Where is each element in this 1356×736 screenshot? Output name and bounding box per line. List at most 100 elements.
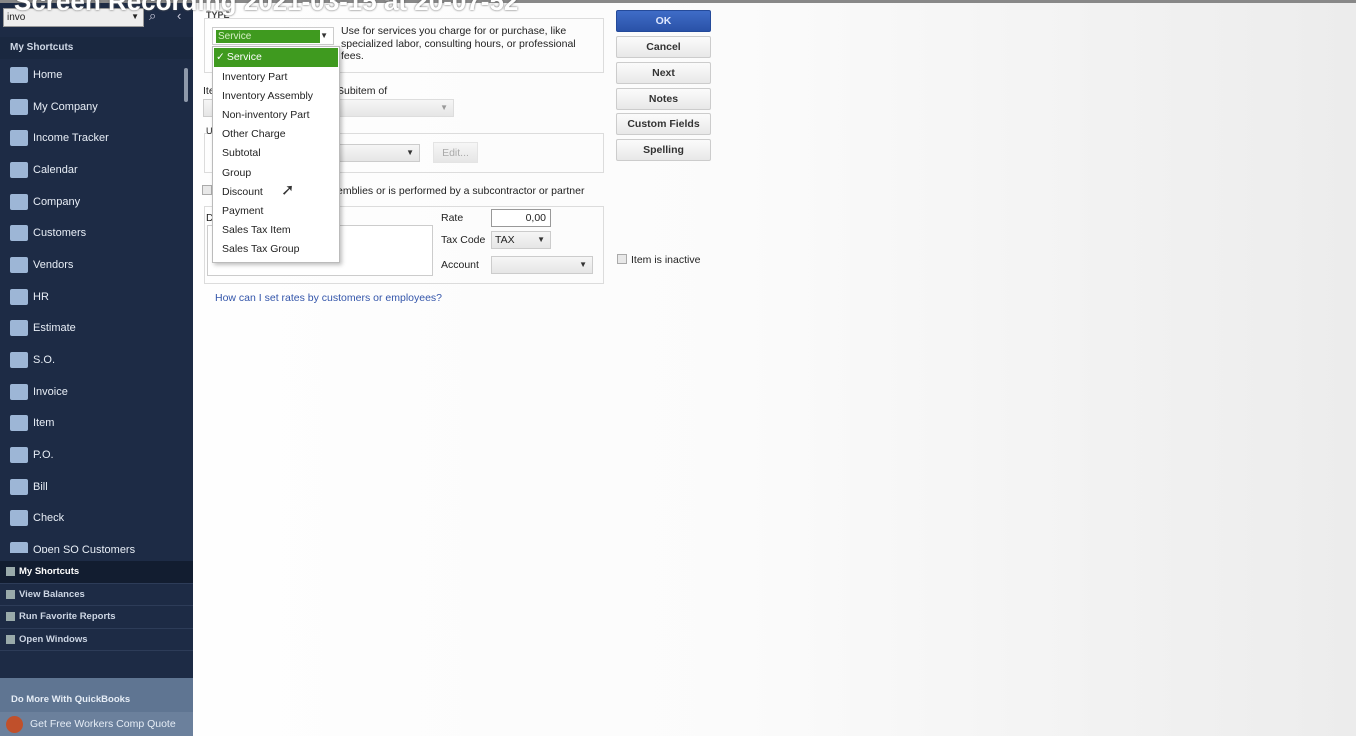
sidebar-item-vendors[interactable]: Vendors: [0, 249, 183, 281]
sidebar-item-label: My Company: [33, 100, 98, 113]
sidebar-item-check[interactable]: Check: [0, 503, 183, 535]
rate-input[interactable]: 0,00: [491, 209, 551, 227]
workers-comp-link[interactable]: Get Free Workers Comp Quote: [0, 712, 193, 736]
company-icon: [10, 98, 28, 115]
sidebar-item-item[interactable]: Item: [0, 408, 183, 440]
sidebar-item-label: P.O.: [33, 449, 54, 462]
left-icon-bar: invo ▼ ⌕ ‹ My Shortcuts Home My Company Inc…: [0, 0, 193, 736]
type-option-discount[interactable]: Discount: [213, 183, 339, 202]
sidebar-item-s-o[interactable]: S.O.: [0, 344, 183, 376]
sidebar-item-estimate[interactable]: Estimate: [0, 313, 183, 345]
sidebar-item-label: Vendors: [33, 258, 74, 271]
account-select[interactable]: ▼: [491, 256, 593, 274]
type-option-label: Group: [222, 166, 252, 179]
type-option-inventory-assembly[interactable]: Inventory Assembly: [213, 87, 339, 106]
type-option-sales-tax-group[interactable]: Sales Tax Group: [213, 240, 339, 259]
mouse-cursor-icon: ➚: [281, 182, 295, 199]
pie-chart-icon: [10, 193, 28, 210]
sidebar-item-income-tracker[interactable]: Income Tracker: [0, 122, 183, 154]
rate-label: Rate: [441, 212, 464, 224]
type-option-non-inventory-part[interactable]: Non-inventory Part: [213, 106, 339, 125]
recording-title-overlay: Screen Recording 2021-03-15 at 20-07-52: [14, 0, 519, 16]
edit-button[interactable]: Edit...: [433, 142, 478, 163]
home-icon: [10, 66, 28, 83]
type-option-other-charge[interactable]: Other Charge: [213, 125, 339, 144]
shortcut-list: Home My Company Income Tracker Calendar Comp…: [0, 59, 183, 553]
type-option-label: Sales Tax Group: [222, 242, 300, 255]
sidebar-tab-run-favorite-reports[interactable]: Run Favorite Reports: [0, 606, 193, 629]
chevron-down-icon[interactable]: ▼: [440, 103, 448, 112]
subcontract-label: emblies or is performed by a subcontract…: [337, 185, 585, 197]
sidebar-item-invoice[interactable]: Invoice: [0, 376, 183, 408]
help-link[interactable]: How can I set rates by customers or empl…: [215, 292, 442, 304]
type-option-inventory-part[interactable]: Inventory Part: [213, 68, 339, 87]
sidebar-scrollbar[interactable]: [184, 68, 188, 102]
sidebar-item-calendar[interactable]: Calendar: [0, 154, 183, 186]
type-option-subtotal[interactable]: Subtotal: [213, 144, 339, 163]
chevron-down-icon[interactable]: ▼: [406, 148, 414, 157]
estimate-icon: [10, 320, 28, 337]
sidebar-tab-view-balances[interactable]: View Balances: [0, 584, 193, 606]
subcontract-checkbox[interactable]: [202, 185, 212, 195]
sidebar-item-label: Item: [33, 417, 55, 430]
checkmark-icon: ✓: [216, 51, 225, 63]
ok-button[interactable]: OK: [616, 10, 711, 32]
item-inactive-label: Item is inactive: [631, 254, 701, 266]
type-option-label: Subtotal: [222, 147, 261, 160]
sidebar-tab-my-shortcuts[interactable]: My Shortcuts: [0, 561, 193, 584]
type-select[interactable]: Service ▼: [212, 27, 334, 45]
next-button[interactable]: Next: [616, 62, 711, 84]
customer-icon: [10, 225, 28, 242]
tax-code-select[interactable]: TAX ▼: [491, 231, 551, 249]
tab-icon: [6, 589, 15, 599]
type-option-payment[interactable]: Payment: [213, 202, 339, 221]
cancel-button[interactable]: Cancel: [616, 36, 711, 58]
hr-icon: [10, 288, 28, 305]
type-option-label: Payment: [222, 204, 264, 217]
sidebar-item-label: Customers: [33, 227, 87, 240]
sidebar-item-home[interactable]: Home: [0, 59, 183, 91]
item-icon: [10, 415, 28, 432]
chevron-down-icon[interactable]: ▼: [320, 31, 328, 40]
type-description: Use for services you charge for or purch…: [341, 25, 576, 62]
sidebar-item-my-company[interactable]: My Company: [0, 91, 183, 123]
tab-icon: [6, 612, 15, 622]
sidebar-tab-label: My Shortcuts: [19, 566, 80, 578]
tab-icon: [6, 634, 15, 644]
income-tracker-icon: [10, 130, 28, 147]
unit-select[interactable]: ▼: [336, 144, 420, 162]
spelling-button[interactable]: Spelling: [616, 139, 711, 161]
sidebar-item-p-o[interactable]: P.O.: [0, 439, 183, 471]
sidebar-item-open-so-customers[interactable]: Open SO Customers: [0, 534, 183, 553]
open-so-icon: [10, 542, 28, 553]
custom-fields-button[interactable]: Custom Fields: [616, 113, 711, 135]
sidebar-tab-label: Open Windows: [19, 633, 88, 645]
do-more-panel: Do More With QuickBooks Get Free Workers…: [0, 678, 193, 736]
notes-button[interactable]: Notes: [616, 88, 711, 110]
type-dropdown-menu: ✓ Service Inventory Part Inventory Assembly…: [212, 46, 340, 263]
sidebar-item-company[interactable]: Company: [0, 186, 183, 218]
sidebar-item-label: HR: [33, 290, 49, 303]
sidebar-tab-open-windows[interactable]: Open Windows: [0, 629, 193, 651]
chevron-down-icon[interactable]: ▼: [537, 235, 545, 244]
vendor-icon: [10, 256, 28, 273]
subitem-select[interactable]: ▼: [336, 99, 454, 117]
sidebar-item-label: Home: [33, 68, 63, 81]
item-inactive-checkbox[interactable]: [617, 254, 627, 264]
sidebar-item-bill[interactable]: Bill: [0, 471, 183, 503]
tab-icon: [6, 567, 15, 577]
sidebar-item-label: Open SO Customers: [33, 544, 136, 553]
sidebar-tab-label: Run Favorite Reports: [19, 611, 116, 623]
type-option-sales-tax-item[interactable]: Sales Tax Item: [213, 221, 339, 240]
sidebar-item-customers[interactable]: Customers: [0, 217, 183, 249]
sales-order-icon: [10, 352, 28, 369]
type-option-group[interactable]: Group: [213, 164, 339, 183]
chevron-down-icon[interactable]: ▼: [579, 260, 587, 269]
sidebar-item-label: Calendar: [33, 163, 78, 176]
sidebar-item-hr[interactable]: HR: [0, 281, 183, 313]
tax-code-label: Tax Code: [441, 234, 486, 246]
type-option-label: Non-inventory Part: [222, 109, 310, 122]
sidebar-item-label: S.O.: [33, 354, 56, 367]
type-option-service[interactable]: ✓ Service: [214, 48, 338, 68]
sidebar-tabs: My Shortcuts View Balances Run Favorite Re…: [0, 561, 193, 651]
